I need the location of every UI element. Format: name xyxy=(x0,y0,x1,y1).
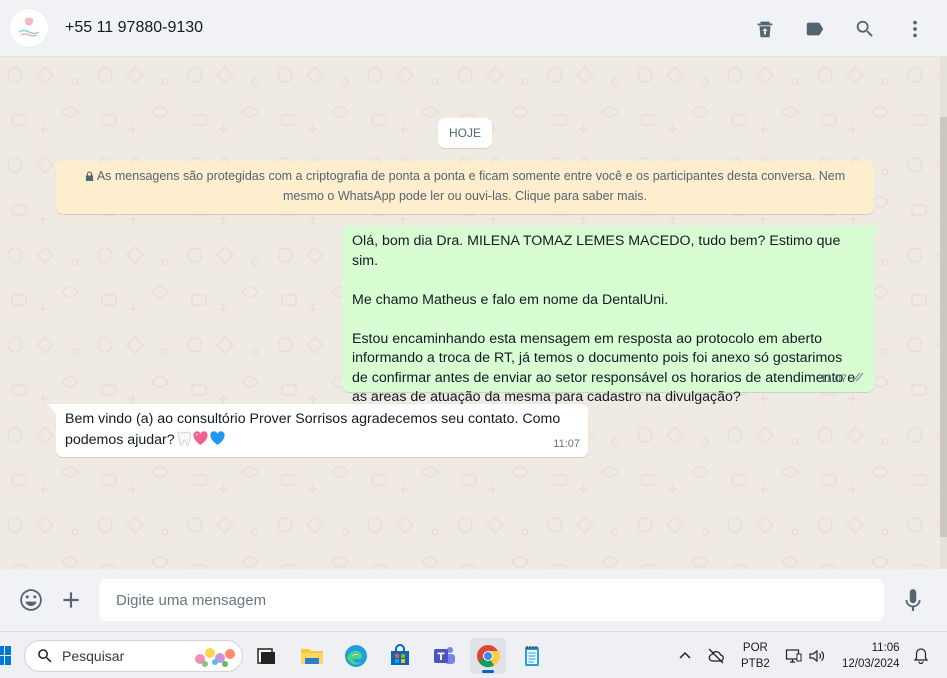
encryption-text: As mensagens são protegidas com a cripto… xyxy=(96,169,846,203)
message-time: 11:07 xyxy=(553,437,580,450)
microphone-icon xyxy=(905,589,921,611)
microsoft-store-button[interactable] xyxy=(382,638,418,674)
teams-button[interactable] xyxy=(426,638,462,674)
volume-button[interactable] xyxy=(808,632,826,678)
search-label: Pesquisar xyxy=(62,648,125,664)
windows-start-icon[interactable] xyxy=(0,644,12,668)
delete-button[interactable] xyxy=(753,17,777,41)
search-icon xyxy=(856,20,873,37)
chrome-button[interactable] xyxy=(470,638,506,674)
encryption-notice[interactable]: As mensagens são protegidas com a cripto… xyxy=(56,161,874,214)
lock-icon xyxy=(85,171,93,181)
display-button[interactable] xyxy=(785,632,803,678)
task-view-icon xyxy=(257,648,275,664)
language-indicator[interactable]: POR PTB2 xyxy=(741,632,770,678)
task-view-button[interactable] xyxy=(248,638,284,674)
voice-message-button[interactable] xyxy=(898,585,928,615)
pink-heart-icon xyxy=(193,430,208,445)
notepad-button[interactable] xyxy=(514,638,550,674)
chat-scrollbar[interactable] xyxy=(940,57,947,569)
search-icon xyxy=(38,649,52,663)
bell-icon xyxy=(913,647,929,664)
smiley-icon xyxy=(20,589,42,611)
clock-date: 12/03/2024 xyxy=(842,657,900,670)
menu-button[interactable] xyxy=(903,17,927,41)
folder-icon xyxy=(301,649,323,664)
edge-browser-button[interactable] xyxy=(338,638,374,674)
notepad-icon xyxy=(525,646,539,666)
chevron-up-icon xyxy=(679,651,691,659)
file-explorer-button[interactable] xyxy=(294,638,330,674)
language-code: POR xyxy=(742,641,768,654)
keyboard-layout: PTB2 xyxy=(741,657,770,670)
monitor-icon xyxy=(785,648,802,663)
search-button[interactable] xyxy=(853,17,877,41)
label-icon xyxy=(806,22,824,35)
scrollbar-thumb[interactable] xyxy=(940,117,947,537)
outgoing-message[interactable]: Olá, bom dia Dra. MILENA TOMAZ LEMES MAC… xyxy=(342,226,882,405)
prover-sorrisos-logo xyxy=(13,12,45,44)
message-text: Bem vindo (a) ao consultório Prover Sorr… xyxy=(65,411,561,448)
label-button[interactable] xyxy=(803,17,827,41)
chrome-icon xyxy=(477,645,501,668)
notifications-button[interactable] xyxy=(912,632,930,678)
delete-icon xyxy=(757,21,773,37)
incoming-message[interactable]: Bem vindo (a) ao consultório Prover Sorr… xyxy=(48,404,588,457)
attach-button[interactable] xyxy=(56,585,86,615)
windows-taskbar: Pesquisar POR PTB2 11:06 12/03/2024 xyxy=(0,631,947,678)
cloud-offline-icon xyxy=(708,648,724,663)
double-check-icon xyxy=(850,370,866,390)
contact-name[interactable]: +55 11 97880-9130 xyxy=(65,19,203,37)
edge-icon xyxy=(345,645,367,667)
message-line: Estou encaminhando esta mensagem em resp… xyxy=(352,330,856,406)
emoji-button[interactable] xyxy=(16,585,46,615)
plus-icon xyxy=(63,592,79,608)
chat-header: +55 11 97880-9130 xyxy=(0,0,947,57)
contact-avatar[interactable] xyxy=(9,8,49,48)
date-chip: HOJE xyxy=(438,118,492,148)
message-time: 11:07 xyxy=(820,372,847,385)
store-icon xyxy=(391,644,409,665)
clock[interactable]: 11:06 12/03/2024 xyxy=(842,632,900,678)
menu-icon xyxy=(913,20,917,37)
show-hidden-icons-button[interactable] xyxy=(676,632,694,678)
message-line: Olá, bom dia Dra. MILENA TOMAZ LEMES MAC… xyxy=(352,233,841,269)
blue-heart-icon xyxy=(210,430,225,445)
message-line: Me chamo Matheus e falo em nome da Denta… xyxy=(352,291,669,308)
message-input[interactable] xyxy=(99,579,884,621)
clock-time: 11:06 xyxy=(871,641,900,654)
message-composer xyxy=(0,569,947,631)
teams-icon xyxy=(434,647,455,664)
network-button[interactable] xyxy=(707,632,725,678)
tooth-icon xyxy=(177,431,191,446)
taskbar-search[interactable]: Pesquisar xyxy=(24,640,243,672)
flowers-decoration-icon xyxy=(195,648,235,667)
speaker-icon xyxy=(809,649,825,662)
